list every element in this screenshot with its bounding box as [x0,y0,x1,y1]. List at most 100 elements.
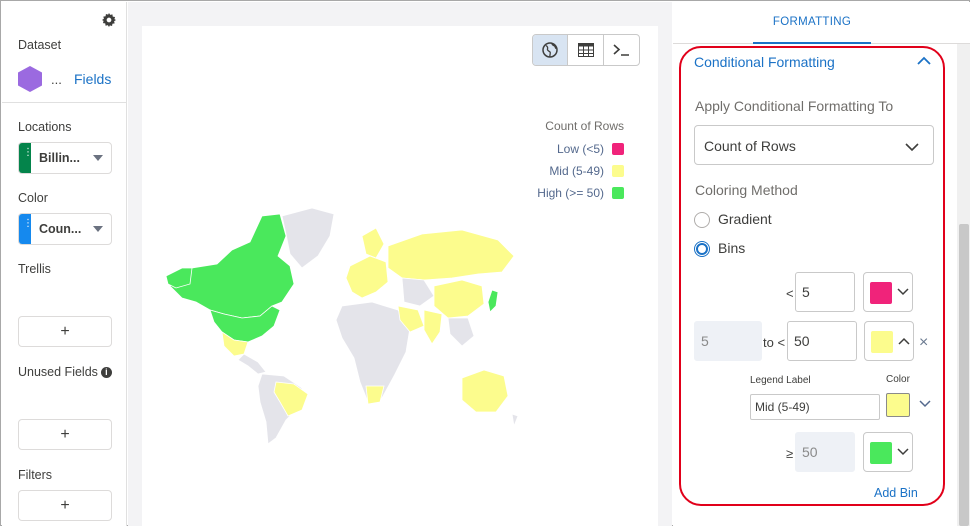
console-icon [613,44,630,56]
chevron-down-icon [897,448,909,456]
region-russia[interactable] [387,229,515,281]
map-view-button[interactable] [533,35,569,65]
chevron-down-icon[interactable] [93,155,103,161]
bin-operator: to < [763,335,786,350]
unused-fields-label: Unused Fields i [18,365,112,379]
trellis-label: Trellis [18,262,51,276]
region-scandinavia[interactable] [361,227,385,259]
table-icon [577,43,594,57]
chevron-up-icon [898,337,910,345]
panel-tab-bar: FORMATTING [673,2,970,44]
query-view-button[interactable] [604,35,639,65]
region-central-asia[interactable] [401,277,435,307]
legend-item-mid: Mid (5-49) [537,163,624,185]
coloring-method-label: Coloring Method [695,182,798,198]
bin-1-upper-input[interactable]: 5 [795,272,855,312]
legend-item-high: High (>= 50) [537,185,624,207]
chevron-down-icon[interactable] [93,226,103,232]
chart-card: Count of Rows Low (<5) Mid (5-49) High (… [142,26,658,526]
map-legend: Count of Rows Low (<5) Mid (5-49) High (… [537,119,624,207]
bin-3-lower-input: 50 [795,432,855,472]
apply-formatting-label: Apply Conditional Formatting To [695,98,894,114]
region-china[interactable] [433,279,485,319]
color-caption: Color [886,374,910,385]
bin-operator: ≥ [786,446,794,461]
sidebar-divider [2,102,127,103]
apply-formatting-select[interactable]: Count of Rows [694,125,934,165]
chart-canvas: Count of Rows Low (<5) Mid (5-49) High (… [128,2,672,526]
dataset-selector[interactable]: ... Fields [18,66,118,92]
radio-label: Gradient [718,211,772,227]
chevron-up-icon[interactable] [917,56,931,66]
globe-icon [542,42,558,58]
dataset-icon [18,66,42,92]
legend-swatch [612,165,624,177]
world-map[interactable] [162,206,522,446]
legend-label-input[interactable]: Mid (5-49) [750,394,880,420]
region-japan[interactable] [487,289,499,313]
add-filter-button[interactable]: + [18,490,112,521]
table-view-button[interactable] [568,35,604,65]
left-sidebar: Dataset ... Fields Locations ⋮ Billin...… [2,2,127,526]
unused-fields-text: Unused Fields [18,365,98,379]
color-field-name: Coun... [39,222,82,236]
region-new-zealand[interactable] [511,413,519,428]
filters-label: Filters [18,468,53,482]
locations-label: Locations [18,120,72,134]
region-europe[interactable] [345,255,389,299]
info-icon[interactable]: i [100,367,112,378]
drag-handle-icon[interactable]: ⋮ [19,214,33,244]
formatting-panel: FORMATTING Conditional Formatting Apply … [673,2,970,526]
radio-label: Bins [718,240,746,256]
chevron-down-icon[interactable] [919,400,931,408]
region-canada[interactable] [169,213,295,319]
legend-swatch [612,187,624,199]
bin-2-lower-input: 5 [694,321,762,361]
app-frame: Dataset ... Fields Locations ⋮ Billin...… [0,0,970,526]
legend-label-caption: Legend Label [750,375,811,386]
locations-field-pill[interactable]: ⋮ Billin... [18,142,112,174]
locations-field-name: Billin... [39,151,80,165]
color-swatch [871,331,893,353]
fields-link[interactable]: Fields [74,71,111,87]
conditional-formatting-header[interactable]: Conditional Formatting [694,54,835,70]
legend-item-low: Low (<5) [537,141,624,163]
color-field-pill[interactable]: ⋮ Coun... [18,213,112,245]
region-southeast-asia[interactable] [447,317,475,347]
chevron-down-icon [897,288,909,296]
tab-formatting[interactable]: FORMATTING [753,2,871,44]
color-swatch [870,442,892,464]
bin-2-color-picker[interactable] [864,321,914,361]
color-swatch [870,282,892,304]
add-trellis-button[interactable]: + [18,316,112,347]
region-india[interactable] [423,309,443,345]
add-unused-field-button[interactable]: + [18,419,112,450]
legend-label: Mid (5-49) [549,164,604,178]
drag-handle-icon[interactable]: ⋮ [19,143,33,173]
scrollbar-thumb[interactable] [959,224,969,526]
visualization-switcher [532,34,640,66]
bin-1-color-picker[interactable] [863,272,913,312]
chevron-down-icon [905,143,919,152]
bin-2-upper-input[interactable]: 50 [787,321,857,361]
add-bin-link[interactable]: Add Bin [874,486,918,500]
bin-operator: < [786,286,794,301]
legend-label: Low (<5) [556,142,604,156]
color-label: Color [18,191,48,205]
apply-formatting-value: Count of Rows [704,138,796,154]
legend-color-swatch[interactable] [886,393,910,417]
legend-title: Count of Rows [545,119,624,133]
remove-bin-icon[interactable]: × [919,334,928,352]
legend-label: High (>= 50) [537,186,604,200]
gear-icon[interactable] [102,13,116,27]
dataset-label: Dataset [18,38,62,52]
radio-button[interactable] [694,241,710,257]
region-central-america[interactable] [237,353,267,375]
radio-button[interactable] [694,212,710,228]
region-greenland[interactable] [281,207,335,269]
region-south-africa[interactable] [365,385,385,405]
bin-3-color-picker[interactable] [863,432,913,472]
dataset-name: ... [51,72,62,87]
region-australia[interactable] [461,369,509,413]
legend-swatch [612,143,624,155]
